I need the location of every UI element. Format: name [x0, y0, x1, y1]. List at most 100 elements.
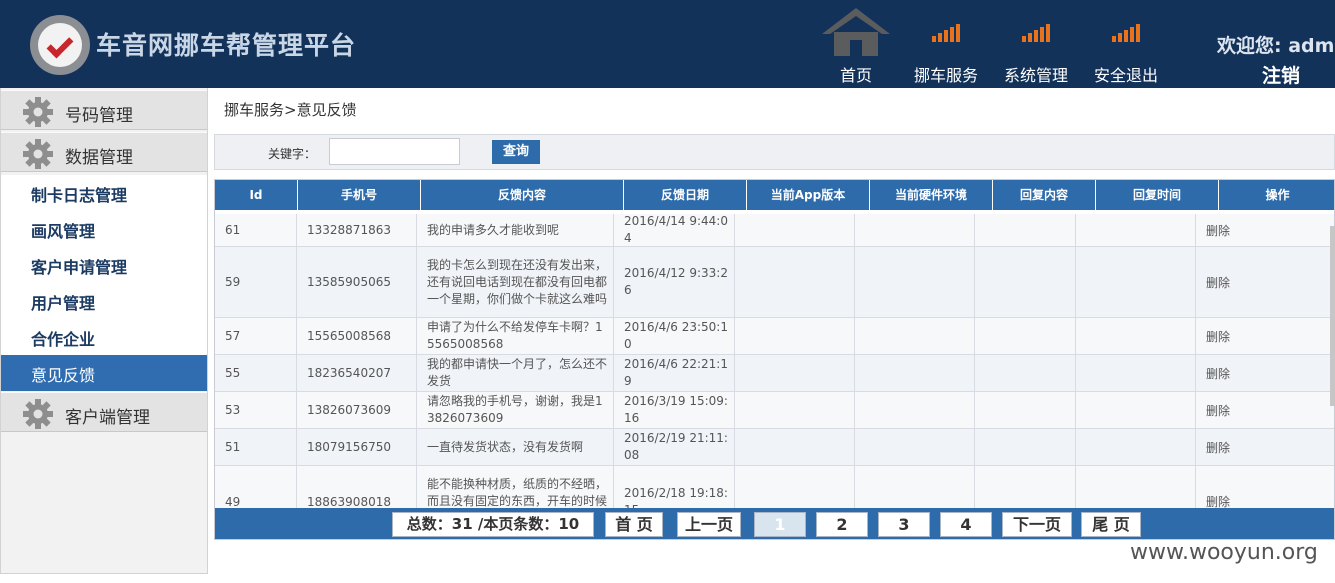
cell-date: 2016/4/14 9:44:04	[624, 214, 728, 245]
sidebar-group-label: 数据管理	[65, 148, 133, 168]
cell-date: 2016/2/18 19:18:15	[624, 485, 728, 509]
gear-icon	[23, 97, 53, 127]
table-row[interactable]: 53 13826073609 请忽略我的手机号，谢谢，我是13826073609…	[215, 392, 1334, 429]
sidebar-item-partners[interactable]: 合作企业	[1, 319, 207, 355]
cell-id: 57	[225, 329, 241, 343]
nav-home-label: 首页	[839, 66, 872, 85]
logo-icon	[30, 15, 90, 75]
welcome-text: 欢迎您: admi	[1217, 35, 1335, 57]
cell-date: 2016/4/6 22:21:19	[624, 357, 728, 388]
delete-link[interactable]: 删除	[1206, 222, 1230, 239]
table-header: Id 手机号 反馈内容 反馈日期 当前App版本 当前硬件环境 回复内容 回复时…	[215, 180, 1334, 210]
sidebar-group-numbers[interactable]: 号码管理	[1, 90, 207, 130]
table-row[interactable]: 59 13585905065 我的卡怎么到现在还没有发出来，还有说回电话到现在都…	[215, 247, 1334, 318]
nav-system[interactable]: 系统管理	[1002, 0, 1070, 88]
sidebar-item-users[interactable]: 用户管理	[1, 283, 207, 319]
feedback-table: Id 手机号 反馈内容 反馈日期 当前App版本 当前硬件环境 回复内容 回复时…	[214, 179, 1335, 540]
delete-link[interactable]: 删除	[1206, 365, 1230, 382]
prev-page-button[interactable]: 上一页	[677, 512, 741, 537]
column-header[interactable]: 当前App版本	[747, 180, 870, 210]
sidebar-item-card-log[interactable]: 制卡日志管理	[1, 175, 207, 211]
table-row[interactable]: 55 18236540207 我的都申请快一个月了，怎么还不发货 2016/4/…	[215, 355, 1334, 392]
last-page-button[interactable]: 尾 页	[1081, 512, 1141, 537]
gear-icon	[23, 139, 53, 169]
search-bar: 关键字： 查询	[214, 134, 1335, 170]
cell-content: 申请了为什么不给发停车卡啊？15565008568	[427, 320, 603, 351]
nav-home[interactable]: 首页	[822, 0, 890, 88]
sidebar-item-style[interactable]: 画风管理	[1, 211, 207, 247]
cell-content: 我的都申请快一个月了，怎么还不发货	[427, 357, 608, 388]
cell-date: 2016/3/19 15:09:16	[624, 394, 728, 425]
cell-content: 请忽略我的手机号，谢谢，我是13826073609	[427, 394, 603, 425]
column-header[interactable]: 操作	[1219, 180, 1334, 210]
page-button[interactable]: 4	[940, 512, 992, 537]
sidebar-item-label: 意见反馈	[31, 366, 96, 385]
column-header[interactable]: Id	[215, 180, 298, 210]
app-root: 车音网挪车帮管理平台 首页 挪车服务 系统管理 安全退出 欢迎您: admi 注…	[0, 0, 1335, 583]
delete-link[interactable]: 删除	[1206, 493, 1230, 508]
app-title: 车音网挪车帮管理平台	[96, 31, 357, 60]
sidebar-item-feedback[interactable]: 意见反馈	[1, 355, 207, 391]
cell-content: 能不能换种材质，纸质的不经晒，而且没有固定的东西，开车的时候会掉下来，去了还会挡…	[427, 477, 608, 508]
cell-date: 2016/2/19 21:11:08	[624, 431, 728, 462]
nav-exit-label: 安全退出	[1093, 66, 1158, 85]
cell-id: 59	[225, 275, 241, 289]
delete-link[interactable]: 删除	[1206, 274, 1230, 291]
column-header[interactable]: 回复时间	[1096, 180, 1219, 210]
table-row[interactable]: 49 18863908018 能不能换种材质，纸质的不经晒，而且没有固定的东西，…	[215, 466, 1334, 509]
column-header[interactable]: 反馈日期	[624, 180, 747, 210]
page-button[interactable]: 3	[878, 512, 930, 537]
nav-exit[interactable]: 安全退出	[1092, 0, 1160, 88]
house-icon	[822, 8, 890, 56]
cell-phone: 13585905065	[307, 275, 391, 289]
pagination: 总数：31 /本页条数：10 首 页 上一页 1 2 3 4 下一页 尾 页	[215, 508, 1334, 539]
gear-icon	[23, 399, 53, 429]
sidebar-group-client[interactable]: 客户端管理	[1, 392, 207, 432]
page-button[interactable]: 2	[816, 512, 868, 537]
sidebar-item-applications[interactable]: 客户申请管理	[1, 247, 207, 283]
table-row[interactable]: 61 13328871863 我的申请多久才能收到呢 2016/4/14 9:4…	[215, 214, 1334, 247]
delete-link[interactable]: 删除	[1206, 402, 1230, 419]
cell-content: 我的申请多久才能收到呢	[427, 222, 560, 237]
cell-phone: 18079156750	[307, 440, 391, 454]
nav-service-label: 挪车服务	[913, 66, 978, 85]
cell-phone: 13826073609	[307, 403, 391, 417]
sidebar-group-data[interactable]: 数据管理	[1, 132, 207, 172]
cell-id: 49	[225, 494, 241, 509]
sidebar-group-label: 客户端管理	[65, 408, 150, 428]
column-header[interactable]: 回复内容	[993, 180, 1096, 210]
column-header[interactable]: 当前硬件环境	[870, 180, 993, 210]
keyword-input[interactable]	[329, 138, 460, 165]
cell-id: 61	[225, 223, 241, 237]
delete-link[interactable]: 删除	[1206, 328, 1230, 345]
sidebar-group-label: 号码管理	[65, 106, 133, 126]
cell-id: 55	[225, 366, 241, 380]
page-scrollbar[interactable]	[1330, 226, 1335, 406]
cell-content: 我的卡怎么到现在还没有发出来，还有说回电话到现在都没有回电都一个星期，你们做个卡…	[427, 257, 608, 306]
table-row[interactable]: 57 15565008568 申请了为什么不给发停车卡啊？15565008568…	[215, 318, 1334, 355]
bars-icon	[1022, 24, 1050, 42]
top-header: 车音网挪车帮管理平台 首页 挪车服务 系统管理 安全退出 欢迎您: admi 注…	[0, 0, 1335, 88]
column-header[interactable]: 反馈内容	[421, 180, 624, 210]
table-row[interactable]: 51 18079156750 一直待发货状态，没有发货啊 2016/2/19 2…	[215, 429, 1334, 466]
column-header[interactable]: 手机号	[298, 180, 421, 210]
first-page-button[interactable]: 首 页	[605, 512, 663, 537]
sidebar-item-label: 客户申请管理	[31, 258, 128, 277]
bars-icon	[1112, 24, 1140, 42]
logout-link[interactable]: 注销	[1262, 61, 1300, 88]
sidebar-item-label: 画风管理	[31, 222, 96, 241]
delete-link[interactable]: 删除	[1206, 439, 1230, 456]
query-button[interactable]: 查询	[492, 140, 540, 164]
nav-service[interactable]: 挪车服务	[912, 0, 980, 88]
cell-date: 2016/4/12 9:33:26	[624, 266, 728, 297]
sidebar-item-label: 制卡日志管理	[31, 186, 128, 205]
sidebar: 号码管理 数据管理 制卡日志管理 画风管理 客户申请管理 用户管理 合作企业 意…	[0, 88, 208, 574]
keyword-label: 关键字：	[268, 147, 317, 161]
nav-system-label: 系统管理	[1003, 66, 1068, 85]
bars-icon	[932, 24, 960, 42]
page-button-current[interactable]: 1	[754, 512, 806, 537]
watermark-text: www.wooyun.org	[1130, 540, 1318, 565]
next-page-button[interactable]: 下一页	[1002, 512, 1072, 537]
pagination-total: 总数：31 /本页条数：10	[392, 512, 594, 537]
breadcrumb: 挪车服务>意见反馈	[224, 101, 357, 119]
